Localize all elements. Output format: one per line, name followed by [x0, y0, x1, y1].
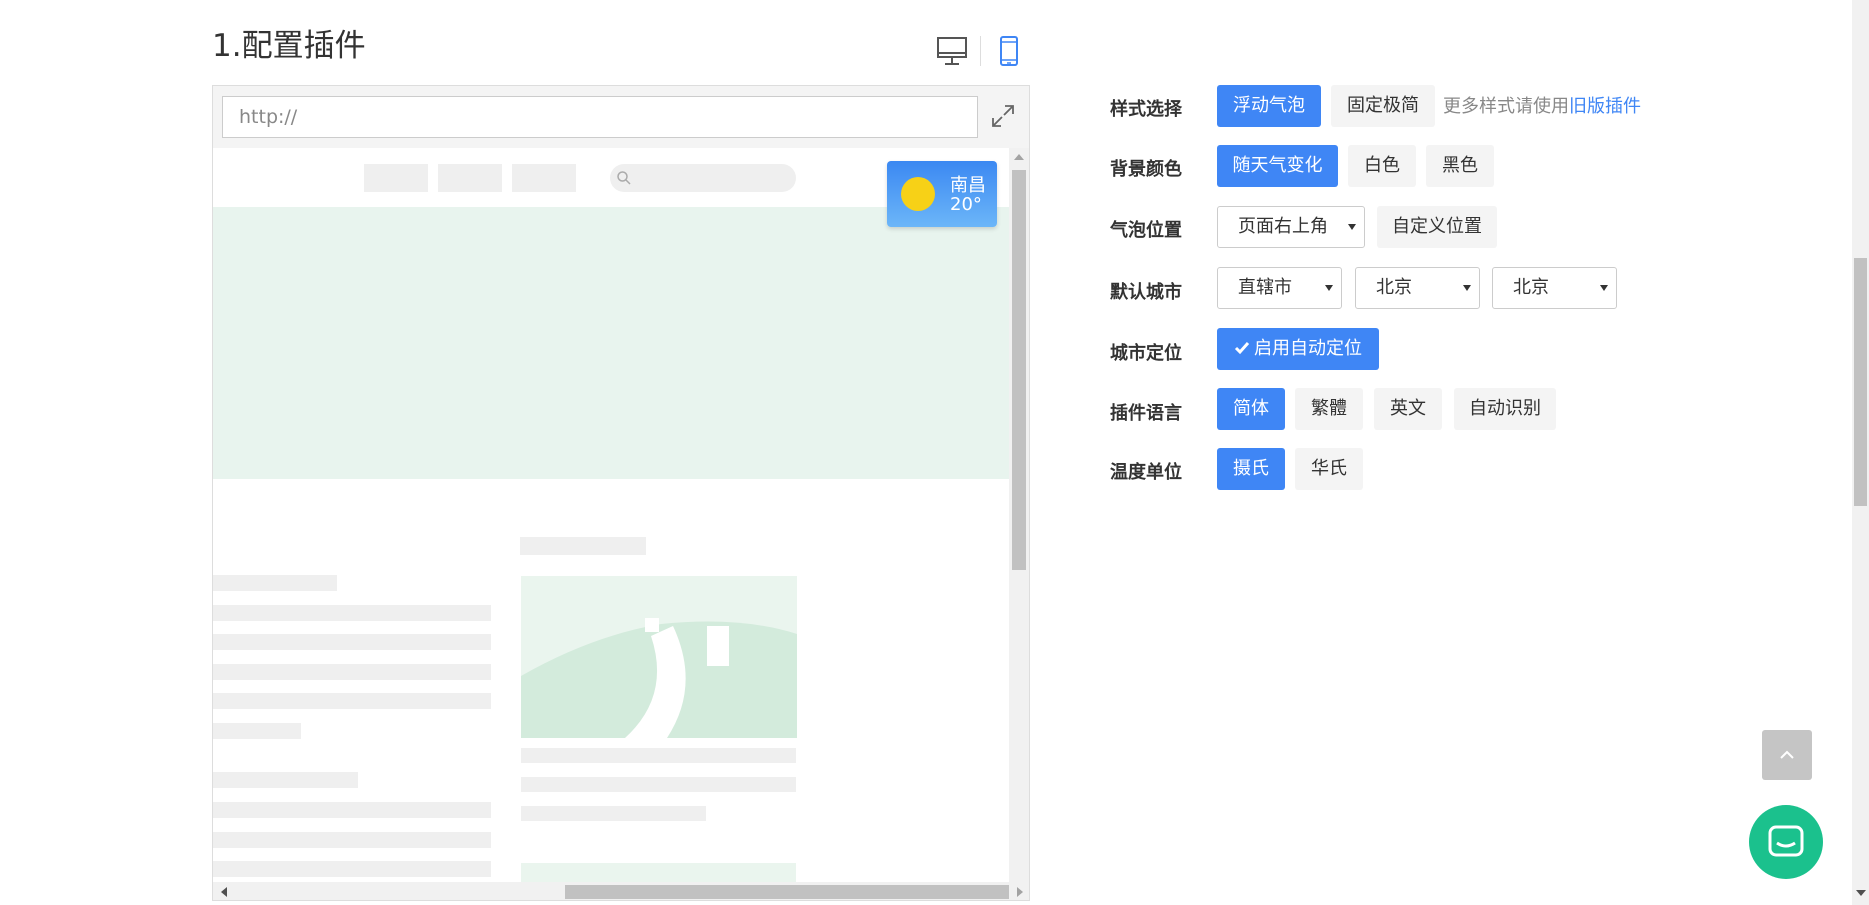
- caret-down-icon: [1463, 285, 1471, 291]
- text-placeholder: [213, 575, 337, 591]
- text-placeholder: [521, 806, 706, 821]
- style-option-fixed[interactable]: 固定极简: [1331, 85, 1435, 127]
- nav-placeholder: [364, 164, 428, 192]
- caret-down-icon: [1348, 224, 1356, 230]
- preview-frame: http:// 南昌 20°: [212, 85, 1030, 901]
- nav-placeholder: [512, 164, 576, 192]
- toggle-divider: [980, 36, 981, 66]
- device-toggle: [934, 34, 1027, 68]
- scroll-down-arrow-icon[interactable]: [1856, 890, 1866, 896]
- lang-option-simplified[interactable]: 简体: [1217, 388, 1285, 430]
- chevron-up-icon: [1780, 750, 1794, 759]
- back-to-top-button[interactable]: [1762, 730, 1812, 780]
- city-select-value: 北京: [1376, 277, 1412, 298]
- check-icon: [1234, 342, 1250, 355]
- text-placeholder: [213, 693, 491, 709]
- temp-unit-label: 温度单位: [1110, 462, 1182, 483]
- scroll-up-arrow-icon[interactable]: [1014, 154, 1024, 160]
- url-input[interactable]: http://: [222, 96, 978, 138]
- chat-button[interactable]: [1749, 805, 1823, 879]
- search-placeholder: [610, 164, 796, 192]
- city-select[interactable]: 北京: [1355, 267, 1480, 309]
- auto-locate-label: 启用自动定位: [1254, 338, 1362, 359]
- lang-option-english[interactable]: 英文: [1374, 388, 1442, 430]
- bg-color-label: 背景颜色: [1110, 159, 1182, 180]
- caret-down-icon: [1600, 285, 1608, 291]
- position-select-value: 页面右上角: [1238, 216, 1328, 237]
- unit-option-celsius[interactable]: 摄氏: [1217, 448, 1285, 490]
- language-label: 插件语言: [1110, 403, 1182, 424]
- bg-option-white[interactable]: 白色: [1348, 145, 1416, 187]
- preview-horizontal-scrollbar[interactable]: [213, 882, 1029, 900]
- caret-down-icon: [1325, 285, 1333, 291]
- default-city-label: 默认城市: [1110, 282, 1182, 303]
- lang-option-auto[interactable]: 自动识别: [1454, 388, 1556, 430]
- scrollbar-thumb[interactable]: [565, 885, 1009, 899]
- locate-label: 城市定位: [1110, 343, 1182, 364]
- preview-vertical-scrollbar[interactable]: [1009, 148, 1029, 882]
- page-scrollbar[interactable]: [1852, 0, 1869, 905]
- auto-locate-button[interactable]: 启用自动定位: [1217, 328, 1379, 370]
- more-styles-text: 更多样式请使用旧版插件: [1443, 92, 1641, 118]
- mobile-icon[interactable]: [991, 34, 1027, 68]
- chat-icon: [1768, 825, 1804, 857]
- preview-viewport: 南昌 20°: [213, 148, 1009, 882]
- search-icon: [617, 171, 631, 185]
- banner-placeholder: [213, 207, 1009, 479]
- text-placeholder: [213, 723, 301, 739]
- province-select-value: 直辖市: [1238, 277, 1292, 298]
- nav-placeholder: [438, 164, 502, 192]
- text-placeholder: [520, 537, 646, 555]
- custom-position-button[interactable]: 自定义位置: [1377, 206, 1497, 248]
- text-placeholder: [521, 748, 796, 763]
- legacy-plugin-link[interactable]: 旧版插件: [1569, 96, 1641, 117]
- province-select[interactable]: 直辖市: [1217, 267, 1342, 309]
- widget-temp: 20°: [950, 194, 982, 215]
- unit-option-fahrenheit[interactable]: 华氏: [1295, 448, 1363, 490]
- weather-widget[interactable]: 南昌 20°: [887, 161, 997, 227]
- sun-icon: [901, 177, 935, 211]
- expand-icon[interactable]: [987, 100, 1019, 132]
- great-wall-image: [521, 576, 797, 738]
- text-placeholder: [213, 634, 491, 650]
- district-select-value: 北京: [1513, 277, 1549, 298]
- image-placeholder: [521, 863, 796, 882]
- bg-option-weather[interactable]: 随天气变化: [1217, 145, 1338, 187]
- lang-option-traditional[interactable]: 繁體: [1295, 388, 1363, 430]
- text-placeholder: [521, 777, 796, 792]
- page-scrollbar-thumb[interactable]: [1854, 258, 1867, 506]
- more-styles-prefix: 更多样式请使用: [1443, 96, 1569, 117]
- text-placeholder: [213, 861, 491, 877]
- page: 1.配置插件 http:// 南昌 20° 样式选择 浮动气泡 固定极简 更多样…: [0, 0, 1869, 905]
- scroll-right-arrow-icon[interactable]: [1017, 887, 1023, 897]
- text-placeholder: [213, 605, 491, 621]
- scroll-left-arrow-icon[interactable]: [221, 887, 227, 897]
- scrollbar-thumb[interactable]: [1012, 170, 1026, 570]
- text-placeholder: [213, 664, 491, 680]
- style-label: 样式选择: [1110, 99, 1182, 120]
- position-label: 气泡位置: [1110, 220, 1182, 241]
- text-placeholder: [213, 802, 491, 818]
- section-title: 1.配置插件: [212, 28, 366, 64]
- bg-option-black[interactable]: 黑色: [1426, 145, 1494, 187]
- desktop-icon[interactable]: [934, 34, 970, 68]
- district-select[interactable]: 北京: [1492, 267, 1617, 309]
- position-select[interactable]: 页面右上角: [1217, 206, 1365, 248]
- style-option-floating[interactable]: 浮动气泡: [1217, 85, 1321, 127]
- text-placeholder: [213, 772, 358, 788]
- text-placeholder: [213, 832, 491, 848]
